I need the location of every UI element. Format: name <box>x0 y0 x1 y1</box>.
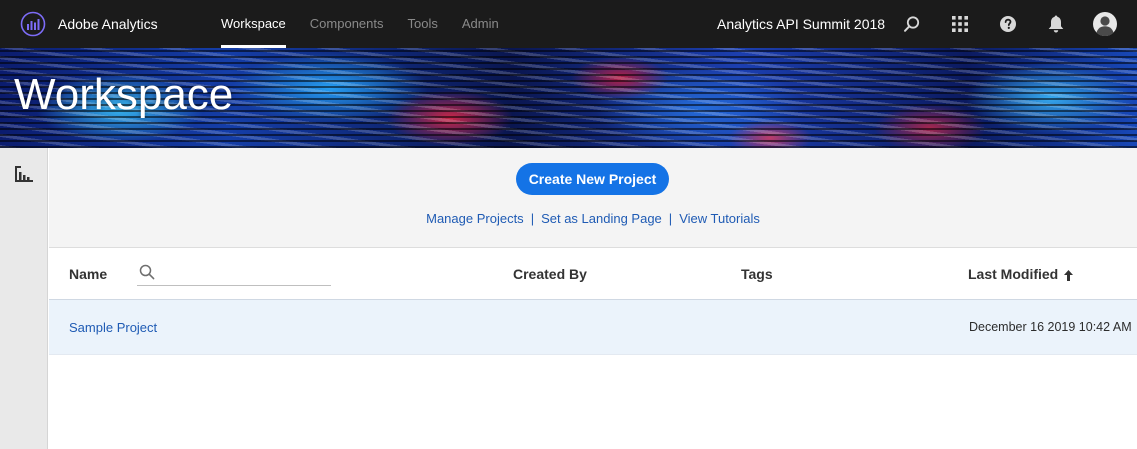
table-row[interactable]: Sample Project December 16 2019 10:42 AM <box>49 300 1137 355</box>
page-title: Workspace <box>14 70 234 119</box>
table-header: Name Created By Tags Last Modified <box>49 248 1137 300</box>
hero-banner: Workspace <box>0 48 1137 148</box>
manage-projects-link[interactable]: Manage Projects <box>426 211 524 226</box>
adobe-analytics-logo-icon <box>20 11 46 37</box>
column-header-last-modified-label: Last Modified <box>968 266 1059 282</box>
nav-tools[interactable]: Tools <box>408 0 438 48</box>
last-modified-value: December 16 2019 10:42 AM <box>969 320 1132 334</box>
brand[interactable]: Adobe Analytics <box>20 11 221 37</box>
nav-components[interactable]: Components <box>310 0 384 48</box>
search-icon <box>139 264 155 280</box>
notifications-bell-icon[interactable] <box>1044 12 1068 36</box>
project-name-link[interactable]: Sample Project <box>69 320 157 335</box>
company-switcher[interactable]: Analytics API Summit 2018 <box>717 0 885 48</box>
column-header-last-modified[interactable]: Last Modified <box>968 266 1074 282</box>
link-separator: | <box>668 211 673 226</box>
project-actions: Create New Project Manage Projects | Set a… <box>49 148 1137 248</box>
projects-panel-icon[interactable] <box>15 166 33 182</box>
nav-workspace[interactable]: Workspace <box>221 0 286 48</box>
search-input[interactable] <box>161 262 329 284</box>
set-landing-page-link[interactable]: Set as Landing Page <box>541 211 662 226</box>
column-header-created-by[interactable]: Created By <box>513 266 587 282</box>
create-new-project-button[interactable]: Create New Project <box>516 163 669 195</box>
top-navigation-bar: Adobe Analytics Workspace Components Too… <box>0 0 1137 48</box>
action-links: Manage Projects | Set as Landing Page | View… <box>49 211 1137 226</box>
search-field[interactable] <box>137 262 331 286</box>
user-avatar-icon[interactable] <box>1092 11 1118 37</box>
search-icon[interactable] <box>900 12 924 36</box>
sort-ascending-arrow-icon <box>1064 269 1074 281</box>
link-separator: | <box>530 211 535 226</box>
main-content: Create New Project Manage Projects | Set a… <box>49 148 1137 449</box>
main-nav: Workspace Components Tools Admin <box>221 0 523 48</box>
column-header-tags[interactable]: Tags <box>741 266 773 282</box>
left-rail <box>0 148 48 449</box>
app-name: Adobe Analytics <box>58 16 158 32</box>
view-tutorials-link[interactable]: View Tutorials <box>679 211 760 226</box>
column-header-name[interactable]: Name <box>69 266 107 282</box>
help-icon[interactable] <box>996 12 1020 36</box>
nav-admin[interactable]: Admin <box>462 0 499 48</box>
apps-grid-icon[interactable] <box>948 12 972 36</box>
